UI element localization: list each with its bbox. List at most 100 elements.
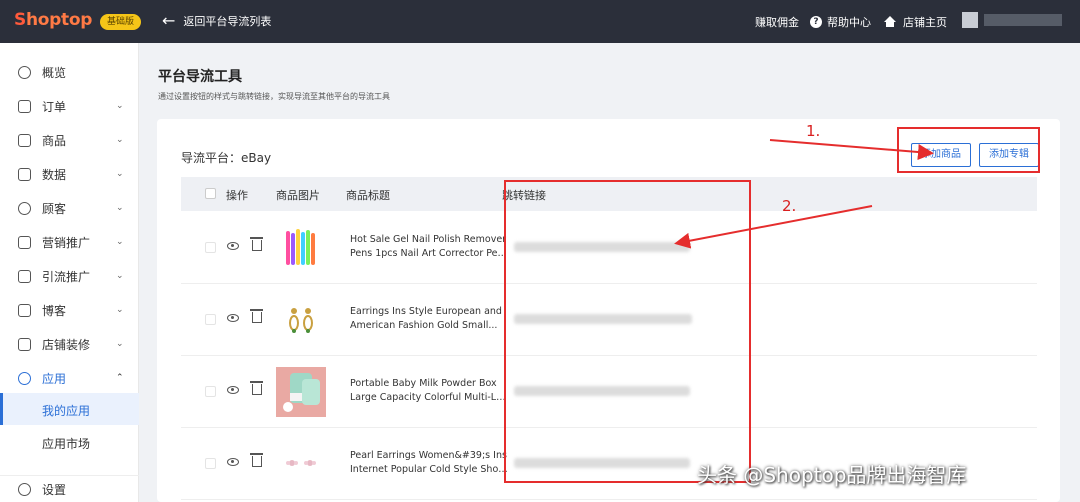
sidebar-item-label: 数据 — [42, 167, 67, 182]
home-icon[interactable] — [884, 16, 896, 27]
trash-icon[interactable] — [250, 453, 263, 467]
sidebar-item-label: 概览 — [42, 65, 67, 80]
shoptop-logo[interactable]: Shoptop — [14, 10, 92, 30]
platform-label: 导流平台：eBay — [181, 151, 272, 165]
sidebar-footer: 设置 — [0, 475, 139, 502]
sidebar-subitem-my-apps[interactable]: 我的应用 — [0, 393, 139, 425]
sidebar-item-apps[interactable]: 应用 ⌃ — [0, 361, 139, 395]
sidebar-item-label: 顾客 — [42, 201, 67, 216]
trash-icon[interactable] — [250, 381, 263, 395]
product-image — [276, 367, 326, 417]
chevron-down-icon: ⌄ — [116, 203, 124, 213]
help-center-link[interactable]: ? 帮助中心 — [810, 14, 871, 30]
row-checkbox[interactable] — [205, 458, 216, 469]
sidebar: 概览 订单 ⌄ 商品 ⌄ 数据 ⌄ 顾客 ⌄ 营销推广 ⌄ 引流推广 ⌄ 博客 … — [0, 43, 139, 502]
marketing-icon — [18, 235, 31, 249]
apps-icon — [18, 371, 31, 385]
chevron-down-icon: ⌄ — [116, 271, 124, 281]
data-icon — [18, 167, 31, 181]
product-title-line2: Large Capacity Colorful Multi-Lay... — [350, 392, 510, 403]
store-design-icon — [18, 337, 31, 351]
product-image — [276, 439, 326, 489]
sidebar-subitem-app-market[interactable]: 应用市场 — [0, 426, 139, 458]
account-name-blurred[interactable] — [984, 14, 1062, 26]
eye-icon[interactable] — [227, 458, 239, 466]
sidebar-item-label: 店铺装修 — [42, 337, 91, 352]
top-bar: Shoptop 基础版 ← 返回平台导流列表 赚取佣金 ? 帮助中心 店铺主页 — [0, 0, 1080, 43]
chevron-down-icon: ⌄ — [116, 101, 124, 111]
column-header-title: 商品标题 — [346, 189, 390, 202]
sidebar-item-marketing[interactable]: 营销推广 ⌄ — [0, 225, 139, 259]
product-title-line1: Hot Sale Gel Nail Polish Remover — [350, 234, 507, 245]
annotation-step-1: 1. — [806, 122, 821, 140]
product-title-line1: Pearl Earrings Women&#39;s Ins — [350, 450, 507, 461]
select-all-checkbox[interactable] — [205, 188, 216, 199]
sidebar-item-orders[interactable]: 订单 ⌄ — [0, 89, 139, 123]
earn-commission-label[interactable]: 赚取佣金 — [755, 14, 799, 30]
store-home-link[interactable]: 店铺主页 — [884, 14, 947, 30]
product-title: Pearl Earrings Women&#39;s Ins Internet … — [350, 449, 510, 477]
order-icon — [18, 99, 31, 113]
sidebar-item-customers[interactable]: 顾客 ⌄ — [0, 191, 139, 225]
chevron-down-icon: ⌄ — [116, 237, 124, 247]
page-title: 平台导流工具 — [158, 69, 242, 85]
help-center-label[interactable]: 帮助中心 — [827, 14, 871, 30]
sidebar-item-label: 营销推广 — [42, 235, 91, 250]
sidebar-item-label: 商品 — [42, 133, 67, 148]
back-arrow-icon[interactable]: ← — [162, 13, 175, 29]
back-link[interactable]: ← 返回平台导流列表 — [162, 13, 271, 29]
product-title-line2: Pens 1pcs Nail Art Corrector Pen... — [350, 248, 510, 259]
sidebar-item-store-design[interactable]: 店铺装修 ⌄ — [0, 327, 139, 361]
sidebar-item-overview[interactable]: 概览 — [0, 55, 139, 89]
trash-icon[interactable] — [250, 309, 263, 323]
sidebar-item-label: 订单 — [42, 99, 67, 114]
sidebar-item-label: 博客 — [42, 303, 67, 318]
page-description: 通过设置按钮的样式与跳转链接，实现导流至其他平台的导流工具 — [158, 92, 390, 101]
eye-icon[interactable] — [227, 242, 239, 250]
chevron-down-icon: ⌄ — [116, 169, 124, 179]
product-title: Hot Sale Gel Nail Polish Remover Pens 1p… — [350, 233, 510, 261]
traffic-icon — [18, 269, 31, 283]
row-checkbox[interactable] — [205, 386, 216, 397]
avatar[interactable] — [962, 12, 978, 28]
eye-icon[interactable] — [227, 386, 239, 394]
sidebar-item-traffic[interactable]: 引流推广 ⌄ — [0, 259, 139, 293]
help-icon[interactable]: ? — [810, 16, 822, 28]
product-title-line2: American Fashion Gold Small... — [350, 320, 498, 331]
sidebar-item-label: 设置 — [42, 482, 67, 497]
sidebar-item-label: 引流推广 — [42, 269, 91, 284]
sidebar-subitem-label: 应用市场 — [42, 437, 91, 451]
earn-commission-link[interactable]: 赚取佣金 — [755, 14, 799, 30]
annotation-step-2: 2. — [782, 197, 797, 215]
chevron-down-icon: ⌄ — [116, 135, 124, 145]
column-header-image: 商品图片 — [276, 189, 320, 202]
column-header-actions: 操作 — [226, 189, 248, 202]
product-title: Earrings Ins Style European and American… — [350, 305, 510, 333]
customer-icon — [18, 201, 31, 215]
back-link-label[interactable]: 返回平台导流列表 — [183, 13, 271, 29]
watermark: 头条 @Shoptop品牌出海智库 — [697, 463, 967, 487]
chevron-down-icon: ⌄ — [116, 305, 124, 315]
row-checkbox[interactable] — [205, 242, 216, 253]
trash-icon[interactable] — [250, 237, 263, 251]
sidebar-item-settings[interactable]: 设置 — [0, 472, 139, 502]
sidebar-item-products[interactable]: 商品 ⌄ — [0, 123, 139, 157]
logo-text: hoptop — [25, 10, 93, 30]
sidebar-item-data[interactable]: 数据 ⌄ — [0, 157, 139, 191]
product-icon — [18, 133, 31, 147]
sidebar-subitem-label: 我的应用 — [42, 404, 91, 418]
chevron-down-icon: ⌄ — [116, 339, 124, 349]
product-image — [276, 223, 326, 273]
row-checkbox[interactable] — [205, 314, 216, 325]
product-title-line1: Earrings Ins Style European and — [350, 306, 502, 317]
sidebar-item-label: 应用 — [42, 371, 67, 386]
product-title: Portable Baby Milk Powder Box Large Capa… — [350, 377, 510, 405]
sidebar-item-blog[interactable]: 博客 ⌄ — [0, 293, 139, 327]
store-home-label[interactable]: 店铺主页 — [903, 14, 947, 30]
chevron-up-icon: ⌃ — [116, 373, 124, 383]
product-title-line1: Portable Baby Milk Powder Box — [350, 378, 497, 389]
product-title-line2: Internet Popular Cold Style Short... — [350, 464, 510, 475]
eye-icon[interactable] — [227, 314, 239, 322]
plan-badge: 基础版 — [100, 14, 142, 30]
annotation-box-buttons — [897, 127, 1040, 173]
